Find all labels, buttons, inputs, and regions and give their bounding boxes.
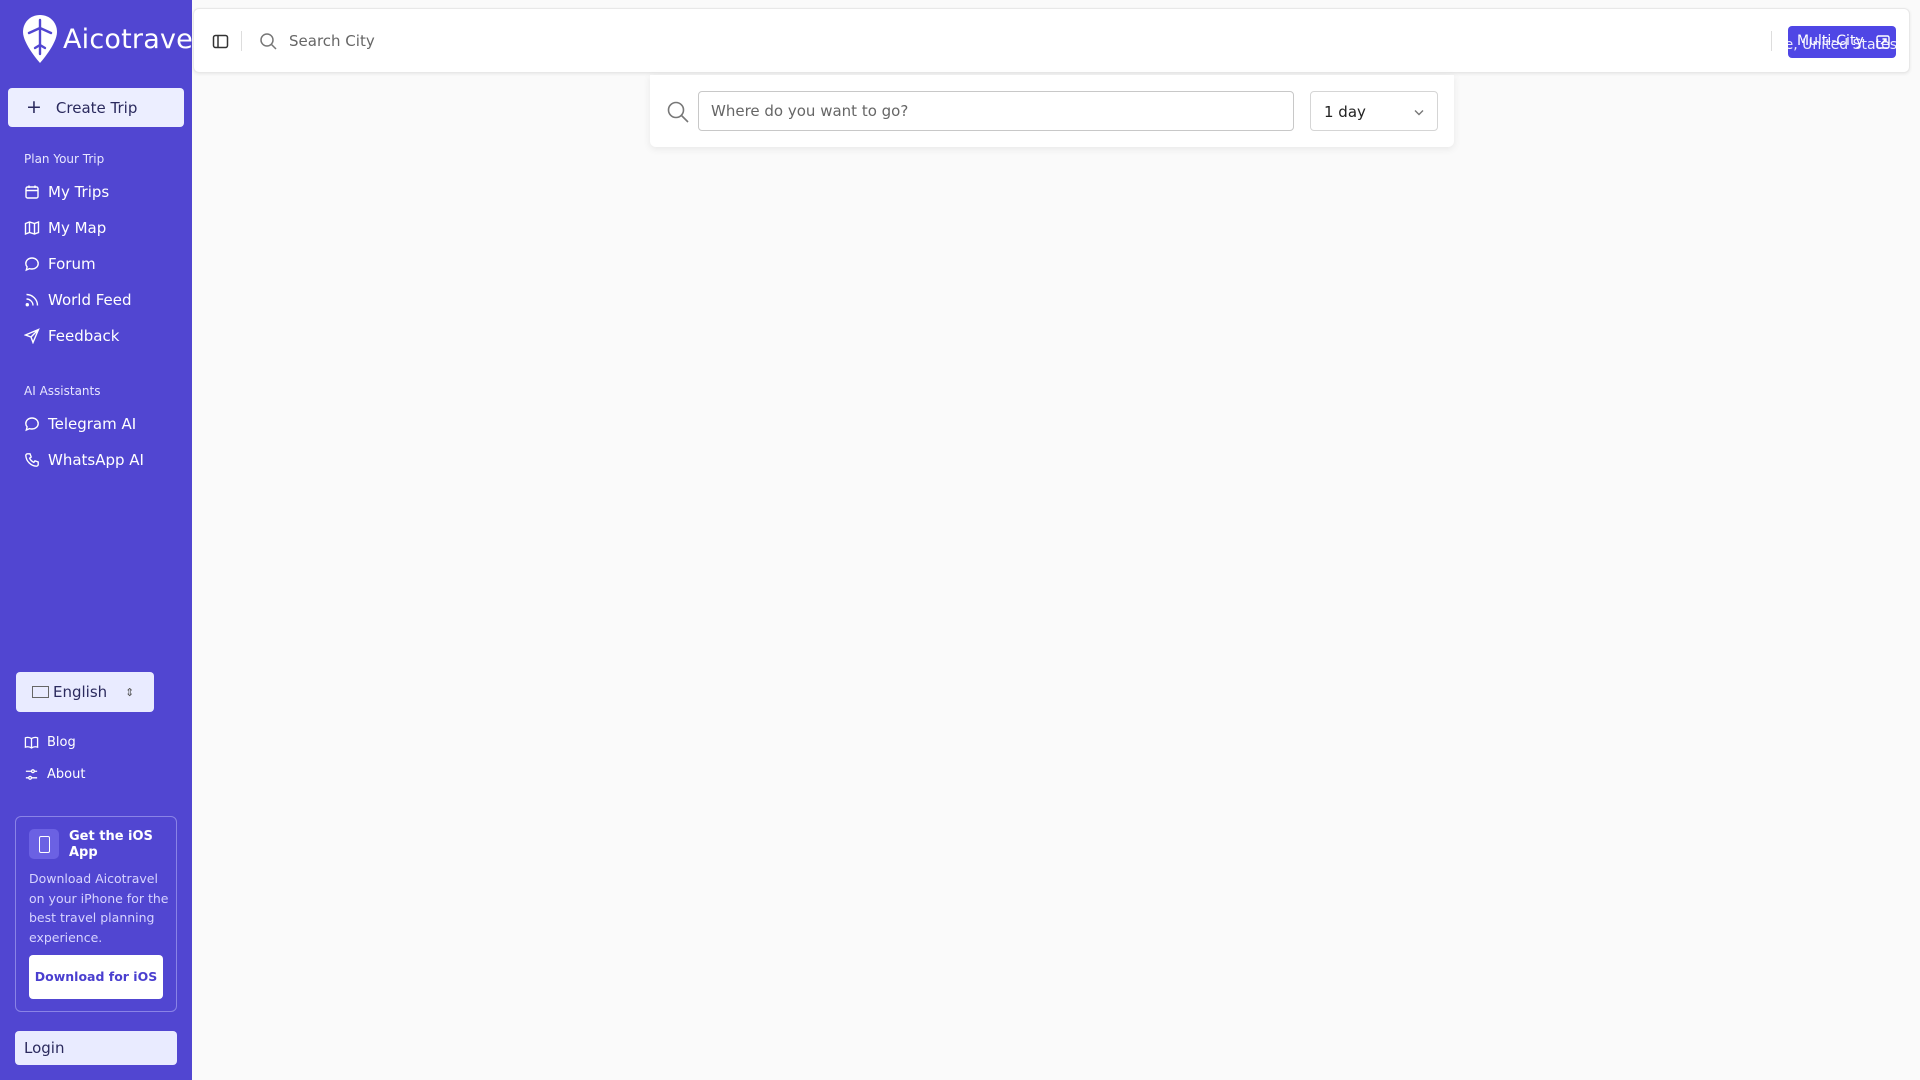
- ai-section-label: AI Assistants: [24, 384, 101, 398]
- search-icon: [260, 33, 277, 50]
- location-pin-plane-icon: [23, 15, 57, 63]
- sidebar-item-blog[interactable]: Blog: [24, 731, 76, 753]
- sidebar-item-forum[interactable]: Forum: [24, 253, 96, 275]
- sidebar-item-label: My Trips: [48, 183, 110, 201]
- login-button[interactable]: Login: [15, 1031, 177, 1065]
- app-name: Aicotrave: [63, 23, 193, 55]
- sidebar-item-my-map[interactable]: My Map: [24, 217, 106, 239]
- download-ios-button[interactable]: Download for iOS: [29, 955, 163, 999]
- flag-icon: [32, 686, 49, 698]
- sidebar-item-world-feed[interactable]: World Feed: [24, 289, 132, 311]
- divider: [1771, 31, 1772, 51]
- phone-icon: [25, 453, 39, 467]
- plus-icon: +: [26, 96, 42, 118]
- ios-app-card: Get the iOS App Download Aicotravel on y…: [15, 816, 177, 1012]
- duration-select[interactable]: 1 day: [1310, 91, 1438, 131]
- chevron-up-down-icon: ⇕: [125, 685, 135, 699]
- sidebar-item-label: WhatsApp AI: [48, 451, 144, 469]
- multi-city-button[interactable]: Multi-City: [1788, 26, 1896, 58]
- rss-icon: [25, 293, 39, 307]
- calendar-icon: [25, 185, 39, 199]
- divider: [241, 31, 242, 51]
- duration-value: 1 day: [1324, 103, 1366, 121]
- send-icon: [24, 328, 40, 344]
- create-trip-button[interactable]: + Create Trip: [8, 88, 184, 127]
- destination-search-card: 1 day: [650, 75, 1454, 147]
- smartphone-icon: [29, 829, 59, 859]
- sidebar-item-about[interactable]: About: [24, 763, 85, 785]
- external-link-icon: [1876, 35, 1890, 49]
- multi-city-label: Multi-City: [1797, 33, 1864, 49]
- create-trip-label: Create Trip: [55, 98, 138, 117]
- plan-section-label: Plan Your Trip: [24, 152, 105, 166]
- sidebar-item-whatsapp-ai[interactable]: WhatsApp AI: [24, 449, 144, 471]
- sidebar-item-my-trips[interactable]: My Trips: [24, 181, 109, 203]
- sidebar-item-label: Telegram AI: [48, 415, 137, 433]
- sidebar-item-label: My Map: [48, 219, 107, 237]
- search-icon: [667, 101, 689, 123]
- sidebar-toggle-icon[interactable]: [212, 33, 229, 50]
- language-label: English: [53, 683, 108, 701]
- logo[interactable]: Aicotrave: [22, 14, 193, 64]
- sliders-icon: [25, 768, 38, 780]
- sidebar-item-feedback[interactable]: Feedback: [24, 325, 119, 347]
- chevron-down-icon: [1414, 110, 1424, 116]
- sidebar-item-label: About: [47, 766, 86, 782]
- chat-bubble-icon: [25, 257, 39, 272]
- sidebar-item-label: Feedback: [48, 327, 120, 345]
- ios-card-title: Get the iOS App: [69, 829, 153, 860]
- city-search-input[interactable]: [289, 27, 889, 55]
- book-icon: [24, 736, 39, 749]
- sidebar-item-label: World Feed: [48, 291, 132, 309]
- chat-bubble-icon: [25, 417, 39, 432]
- map-icon: [24, 220, 40, 236]
- sidebar: Aicotrave + Create Trip Plan Your Trip M…: [0, 0, 193, 1080]
- sidebar-item-label: Blog: [47, 734, 76, 750]
- destination-input[interactable]: [698, 91, 1294, 131]
- top-bar: Multi-City e, United States: [193, 8, 1910, 73]
- ios-card-description: Download Aicotravel on your iPhone for t…: [29, 871, 169, 945]
- sidebar-item-telegram-ai[interactable]: Telegram AI: [24, 413, 136, 435]
- language-selector[interactable]: English ⇕: [16, 672, 154, 712]
- sidebar-item-label: Forum: [48, 255, 96, 273]
